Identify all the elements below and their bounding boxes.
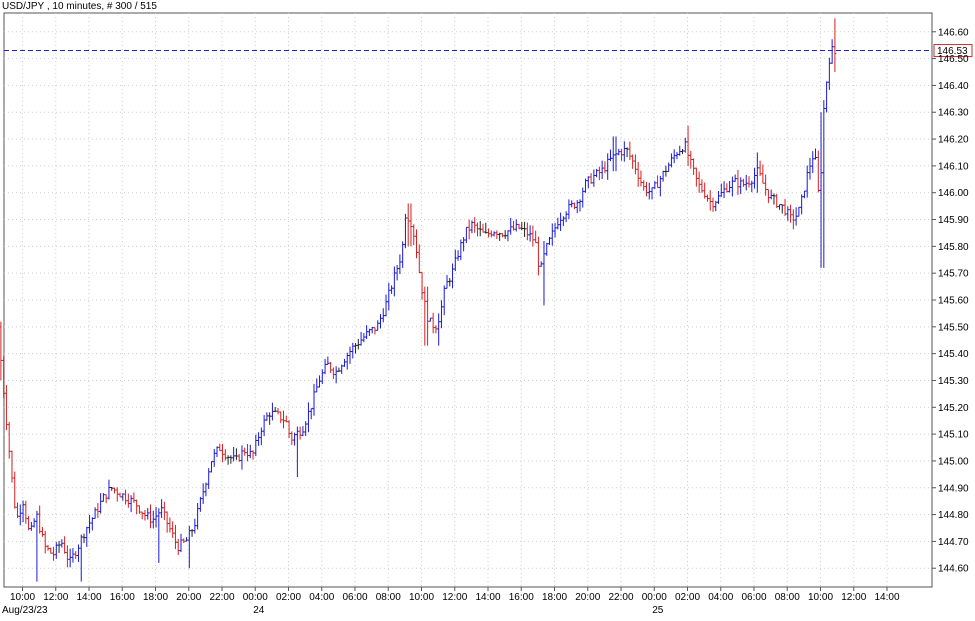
x-tick-label: 12:00 <box>442 592 467 603</box>
date-label: 24 <box>253 605 265 616</box>
x-tick-label: 06:00 <box>342 592 367 603</box>
y-tick-label: 145.60 <box>938 296 969 307</box>
timeframe-label: 10 minutes <box>52 1 101 12</box>
y-tick-label: 144.80 <box>938 510 969 521</box>
x-tick-label: 00:00 <box>243 592 268 603</box>
x-tick-label: 12:00 <box>841 592 866 603</box>
price-chart[interactable]: 146.53 146.60146.50146.40146.30146.20146… <box>0 0 975 621</box>
y-tick-label: 145.10 <box>938 430 969 441</box>
x-tick-label: 04:00 <box>708 592 733 603</box>
x-tick-label: 20:00 <box>575 592 600 603</box>
y-tick-label: 146.50 <box>938 54 969 65</box>
y-tick-label: 145.90 <box>938 215 969 226</box>
x-tick-label: 14:00 <box>475 592 500 603</box>
y-tick-label: 146.60 <box>938 27 969 38</box>
x-tick-label: 04:00 <box>309 592 334 603</box>
x-tick-label: 00:00 <box>642 592 667 603</box>
date-label: Aug/23/23 <box>2 605 48 616</box>
x-tick-label: 10:00 <box>409 592 434 603</box>
y-tick-label: 144.70 <box>938 537 969 548</box>
y-tick-label: 145.80 <box>938 242 969 253</box>
y-tick-label: 146.10 <box>938 161 969 172</box>
x-tick-label: 22:00 <box>209 592 234 603</box>
x-tick-label: 20:00 <box>176 592 201 603</box>
x-tick-label: 18:00 <box>143 592 168 603</box>
y-tick-label: 146.00 <box>938 188 969 199</box>
y-tick-label: 145.70 <box>938 269 969 280</box>
y-tick-label: 145.00 <box>938 456 969 467</box>
x-tick-label: 22:00 <box>608 592 633 603</box>
y-tick-label: 146.20 <box>938 135 969 146</box>
instrument-symbol: USD/JPY <box>2 1 45 12</box>
y-tick-label: 145.30 <box>938 376 969 387</box>
y-tick-label: 144.60 <box>938 564 969 575</box>
y-axis: 146.60 146.50 146.40 146.30 146.20 146.10 146.… <box>932 27 969 575</box>
y-tick-label: 146.40 <box>938 81 969 92</box>
x-tick-label: 18:00 <box>542 592 567 603</box>
y-tick-label: 144.90 <box>938 483 969 494</box>
y-tick-label: 145.50 <box>938 322 969 333</box>
x-tick-label: 02:00 <box>675 592 700 603</box>
y-tick-label: 145.20 <box>938 403 969 414</box>
x-tick-label: 02:00 <box>276 592 301 603</box>
date-label: 25 <box>652 605 664 616</box>
bar-count-label: # 300 / 515 <box>107 1 157 12</box>
x-tick-label: 08:00 <box>376 592 401 603</box>
x-tick-label: 16:00 <box>509 592 534 603</box>
y-tick-label: 146.30 <box>938 108 969 119</box>
x-tick-label: 08:00 <box>775 592 800 603</box>
x-tick-label: 12:00 <box>43 592 68 603</box>
y-tick-label: 145.40 <box>938 349 969 360</box>
x-tick-label: 10:00 <box>808 592 833 603</box>
x-tick-label: 06:00 <box>741 592 766 603</box>
x-tick-label: 16:00 <box>110 592 135 603</box>
chart-header: USD/JPY , 10 minutes, # 300 / 515 <box>2 1 157 12</box>
x-tick-label: 14:00 <box>874 592 899 603</box>
x-tick-label: 10:00 <box>10 592 35 603</box>
x-tick-label: 14:00 <box>76 592 101 603</box>
